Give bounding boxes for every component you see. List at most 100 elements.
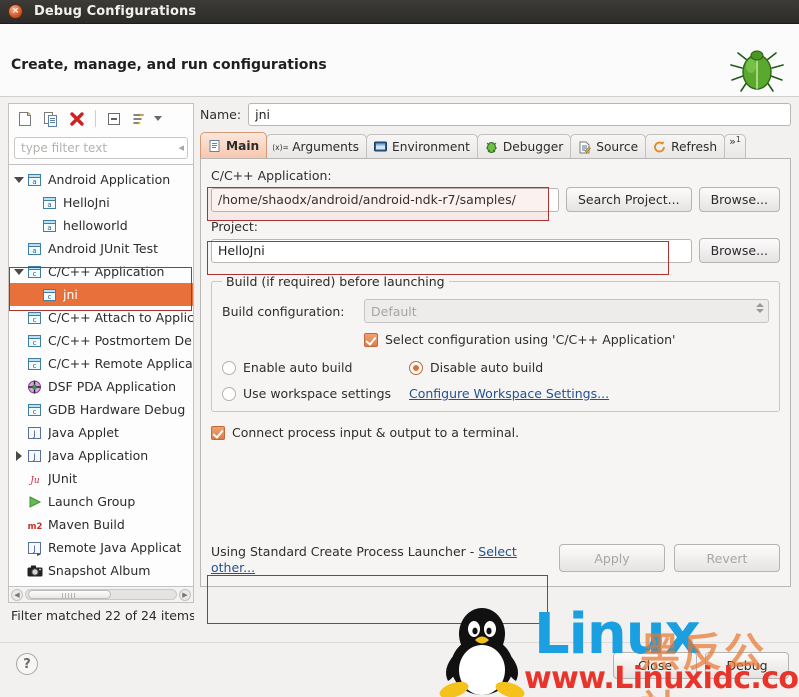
chevron-down-icon[interactable] [154,116,162,121]
tree-item-label: jni [63,287,78,302]
tree-item-dsf-pda-application[interactable]: DSF PDA Application [9,375,193,398]
tree-item-c-c-remote-applica[interactable]: c C/C++ Remote Applica [9,352,193,375]
collapse-all-icon[interactable] [104,109,124,129]
tree-item-jni[interactable]: c jni [9,283,193,306]
android-icon: a [41,195,59,211]
search-project-button[interactable]: Search Project... [565,187,692,212]
enable-auto-build-label: Enable auto build [243,360,353,375]
browse-application-button[interactable]: Browse... [698,187,780,212]
debugger-icon [484,140,499,154]
scroll-right-icon[interactable]: ▶ [179,588,191,601]
filter-input[interactable] [14,137,188,159]
svg-text:a: a [32,247,36,255]
tab-debugger[interactable]: Debugger [476,134,572,158]
java-icon: J [26,448,44,464]
configurations-tree[interactable]: a Android Application a HelloJni a helloworld… [8,164,194,587]
tab-refresh[interactable]: Refresh [645,134,726,158]
scroll-left-icon[interactable]: ◀ [11,588,23,601]
revert-button[interactable]: Revert [674,544,780,572]
filter-container: ◂ [8,133,194,164]
tree-item-gdb-hardware-debug[interactable]: c GDB Hardware Debug [9,398,193,421]
tree-item-remote-java-applicat[interactable]: J Remote Java Applicat [9,536,193,559]
dialog-footer: ? Close Debug [0,642,799,697]
use-workspace-settings-radio[interactable] [222,386,236,401]
configure-workspace-settings-link[interactable]: Configure Workspace Settings... [409,386,609,401]
scrollbar-thumb[interactable] [28,590,111,599]
chevron-down-icon[interactable] [11,260,26,283]
tree-item-c-c-postmortem-de[interactable]: c C/C++ Postmortem De [9,329,193,352]
launcher-footer: Using Standard Create Process Launcher -… [211,544,780,576]
spinner-icon[interactable] [756,303,764,313]
name-input[interactable] [248,103,791,126]
tree-item-java-application[interactable]: J Java Application [9,444,193,467]
clear-icon[interactable]: ◂ [178,141,184,154]
tree-item-snapshot-album[interactable]: Snapshot Album [9,559,193,582]
tree-item-junit[interactable]: Ju JUnit [9,467,193,490]
build-group-legend: Build (if required) before launching [226,274,445,289]
apply-button[interactable]: Apply [559,544,665,572]
tree-item-launch-group[interactable]: Launch Group [9,490,193,513]
tree-item-maven-build[interactable]: m2 Maven Build [9,513,193,536]
header-banner: Create, manage, and run configurations [0,24,799,97]
cpp-application-input[interactable] [211,187,559,212]
android-icon: a [41,218,59,234]
connect-terminal-checkbox[interactable] [211,425,225,440]
tree-item-hellojni[interactable]: a HelloJni [9,191,193,214]
disable-auto-build-radio[interactable] [409,360,423,375]
connect-terminal-label: Connect process input & output to a term… [232,425,520,440]
close-button[interactable]: Close [613,652,697,679]
window-close-button[interactable]: × [8,4,23,19]
svg-text:Ju: Ju [28,476,40,486]
tree-item-label: C/C++ Attach to Applic [48,310,193,325]
pda-icon [26,379,44,395]
project-input[interactable] [211,238,692,263]
camera-icon [26,563,44,579]
tab-arguments[interactable]: (x)= Arguments [266,134,368,158]
tree-item-android-junit-test[interactable]: a Android JUnit Test [9,237,193,260]
chevron-right-icon[interactable] [11,444,26,467]
tab-source[interactable]: Source [570,134,647,158]
android-icon: a [26,172,44,188]
chevron-down-icon[interactable] [11,168,26,191]
tab-environment[interactable]: Environment [366,134,478,158]
tree-item-label: Snapshot Album [48,563,151,578]
help-icon[interactable]: ? [16,653,38,675]
tree-item-helloworld[interactable]: a helloworld [9,214,193,237]
new-launch-configuration-icon[interactable] [15,109,35,129]
launcher-note-text: Using Standard Create Process Launcher - [211,544,479,559]
environment-icon [373,140,388,154]
duplicate-icon[interactable] [41,109,61,129]
svg-text:c: c [33,339,37,347]
tab-label: Environment [392,139,470,154]
tree-item-label: Android JUnit Test [48,241,159,256]
scrollbar-track[interactable] [25,589,177,600]
enable-auto-build-radio[interactable] [222,360,236,375]
connect-terminal-row: Connect process input & output to a term… [211,425,780,440]
tab-main[interactable]: Main [200,132,268,158]
scrollbar-grip [62,593,77,598]
tree-item-label: DSF PDA Application [48,379,177,394]
svg-text:(x)=: (x)= [273,143,288,152]
delete-icon[interactable] [67,109,87,129]
document-icon [207,139,222,153]
tree-horizontal-scrollbar[interactable]: ◀ ▶ [8,587,194,603]
browse-project-button[interactable]: Browse... [698,238,780,263]
dialog-body: ◂ a Android Application a HelloJni a hellowor… [0,97,799,642]
svg-text:c: c [33,362,37,370]
tree-item-c-c-application[interactable]: c C/C++ Application [9,260,193,283]
filter-sort-icon[interactable] [130,109,150,129]
debug-button[interactable]: Debug [705,652,789,679]
tree-item-java-applet[interactable]: J Java Applet [9,421,193,444]
tree-item-android-application[interactable]: a Android Application [9,168,193,191]
junit-icon: Ju [26,471,44,487]
svg-text:c: c [33,316,37,324]
select-configuration-checkbox[interactable] [364,332,378,347]
tab-overflow-button[interactable]: » 1 [724,134,746,158]
tree-item-c-c-attach-to-applic[interactable]: c C/C++ Attach to Applic [9,306,193,329]
build-configuration-select[interactable]: Default [364,299,769,323]
close-icon: × [11,6,20,16]
disable-auto-build-label: Disable auto build [430,360,544,375]
